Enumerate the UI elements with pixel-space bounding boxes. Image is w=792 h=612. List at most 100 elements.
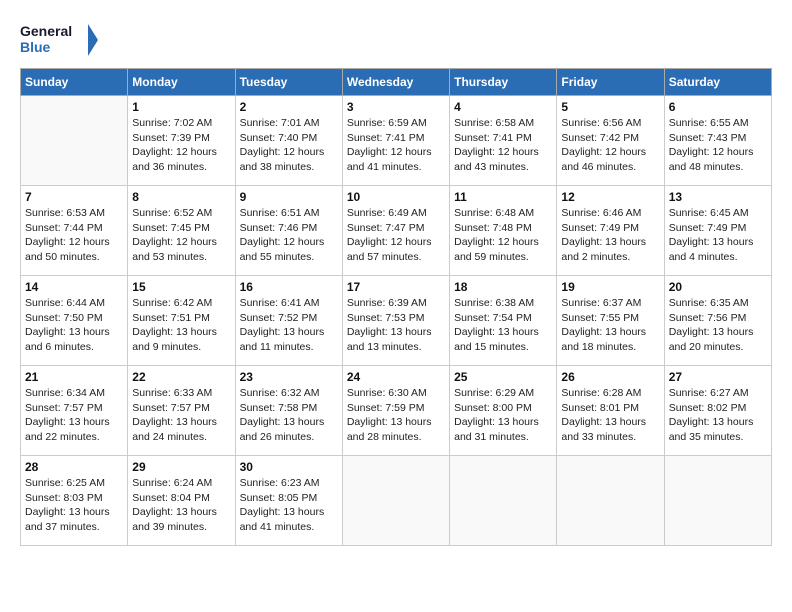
day-info: Sunrise: 6:41 AM Sunset: 7:52 PM Dayligh… <box>240 296 338 355</box>
day-number: 16 <box>240 280 338 294</box>
calendar-cell: 25 Sunrise: 6:29 AM Sunset: 8:00 PM Dayli… <box>450 366 557 456</box>
logo-svg: General Blue <box>20 20 100 60</box>
day-number: 1 <box>132 100 230 114</box>
day-info: Sunrise: 6:30 AM Sunset: 7:59 PM Dayligh… <box>347 386 445 445</box>
day-info: Sunrise: 6:46 AM Sunset: 7:49 PM Dayligh… <box>561 206 659 265</box>
calendar-cell: 2 Sunrise: 7:01 AM Sunset: 7:40 PM Daylig… <box>235 96 342 186</box>
day-info: Sunrise: 6:53 AM Sunset: 7:44 PM Dayligh… <box>25 206 123 265</box>
day-number: 20 <box>669 280 767 294</box>
day-number: 3 <box>347 100 445 114</box>
day-info: Sunrise: 6:33 AM Sunset: 7:57 PM Dayligh… <box>132 386 230 445</box>
calendar-cell <box>664 456 771 546</box>
calendar-cell: 9Sunrise: 6:51 AM Sunset: 7:46 PM Daylig… <box>235 186 342 276</box>
day-number: 25 <box>454 370 552 384</box>
day-number: 12 <box>561 190 659 204</box>
day-number: 14 <box>25 280 123 294</box>
day-info: Sunrise: 6:28 AM Sunset: 8:01 PM Dayligh… <box>561 386 659 445</box>
calendar-cell: 13 Sunrise: 6:45 AM Sunset: 7:49 PM Dayli… <box>664 186 771 276</box>
day-info: Sunrise: 6:24 AM Sunset: 8:04 PM Dayligh… <box>132 476 230 535</box>
day-number: 22 <box>132 370 230 384</box>
day-info: Sunrise: 6:38 AM Sunset: 7:54 PM Dayligh… <box>454 296 552 355</box>
day-info: Sunrise: 6:35 AM Sunset: 7:56 PM Dayligh… <box>669 296 767 355</box>
day-info: Sunrise: 6:45 AM Sunset: 7:49 PM Dayligh… <box>669 206 767 265</box>
day-number: 17 <box>347 280 445 294</box>
day-info: Sunrise: 6:51 AM Sunset: 7:46 PM Dayligh… <box>240 206 338 265</box>
svg-text:Blue: Blue <box>20 39 51 55</box>
calendar-cell: 3 Sunrise: 6:59 AM Sunset: 7:41 PM Daylig… <box>342 96 449 186</box>
calendar-cell: 7 Sunrise: 6:53 AM Sunset: 7:44 PM Daylig… <box>21 186 128 276</box>
day-info: Sunrise: 6:58 AM Sunset: 7:41 PM Dayligh… <box>454 116 552 175</box>
day-info: Sunrise: 6:25 AM Sunset: 8:03 PM Dayligh… <box>25 476 123 535</box>
calendar-cell: 20 Sunrise: 6:35 AM Sunset: 7:56 PM Dayli… <box>664 276 771 366</box>
day-number: 11 <box>454 190 552 204</box>
weekday-header-row: SundayMondayTuesdayWednesdayThursdayFrid… <box>21 69 772 96</box>
calendar-cell: 24 Sunrise: 6:30 AM Sunset: 7:59 PM Dayli… <box>342 366 449 456</box>
day-number: 13 <box>669 190 767 204</box>
page-header: General Blue <box>20 20 772 60</box>
calendar-week-3: 14 Sunrise: 6:44 AM Sunset: 7:50 PM Dayli… <box>21 276 772 366</box>
day-info: Sunrise: 6:29 AM Sunset: 8:00 PM Dayligh… <box>454 386 552 445</box>
day-number: 27 <box>669 370 767 384</box>
day-info: Sunrise: 6:52 AM Sunset: 7:45 PM Dayligh… <box>132 206 230 265</box>
day-info: Sunrise: 6:49 AM Sunset: 7:47 PM Dayligh… <box>347 206 445 265</box>
calendar-cell: 23Sunrise: 6:32 AM Sunset: 7:58 PM Dayli… <box>235 366 342 456</box>
day-info: Sunrise: 6:34 AM Sunset: 7:57 PM Dayligh… <box>25 386 123 445</box>
calendar-cell <box>21 96 128 186</box>
day-number: 24 <box>347 370 445 384</box>
weekday-monday: Monday <box>128 69 235 96</box>
calendar-cell: 10Sunrise: 6:49 AM Sunset: 7:47 PM Dayli… <box>342 186 449 276</box>
weekday-sunday: Sunday <box>21 69 128 96</box>
calendar-cell: 28 Sunrise: 6:25 AM Sunset: 8:03 PM Dayli… <box>21 456 128 546</box>
weekday-wednesday: Wednesday <box>342 69 449 96</box>
calendar-cell: 19 Sunrise: 6:37 AM Sunset: 7:55 PM Dayli… <box>557 276 664 366</box>
day-info: Sunrise: 6:37 AM Sunset: 7:55 PM Dayligh… <box>561 296 659 355</box>
day-info: Sunrise: 6:39 AM Sunset: 7:53 PM Dayligh… <box>347 296 445 355</box>
calendar-cell: 29 Sunrise: 6:24 AM Sunset: 8:04 PM Dayli… <box>128 456 235 546</box>
day-info: Sunrise: 6:56 AM Sunset: 7:42 PM Dayligh… <box>561 116 659 175</box>
day-info: Sunrise: 6:55 AM Sunset: 7:43 PM Dayligh… <box>669 116 767 175</box>
calendar-week-5: 28 Sunrise: 6:25 AM Sunset: 8:03 PM Dayli… <box>21 456 772 546</box>
day-info: Sunrise: 6:48 AM Sunset: 7:48 PM Dayligh… <box>454 206 552 265</box>
day-number: 2 <box>240 100 338 114</box>
day-info: Sunrise: 6:59 AM Sunset: 7:41 PM Dayligh… <box>347 116 445 175</box>
weekday-thursday: Thursday <box>450 69 557 96</box>
day-info: Sunrise: 6:42 AM Sunset: 7:51 PM Dayligh… <box>132 296 230 355</box>
day-number: 4 <box>454 100 552 114</box>
day-number: 29 <box>132 460 230 474</box>
calendar-week-1: 1Sunrise: 7:02 AM Sunset: 7:39 PM Daylig… <box>21 96 772 186</box>
calendar-cell <box>557 456 664 546</box>
day-number: 26 <box>561 370 659 384</box>
day-number: 8 <box>132 190 230 204</box>
calendar-cell: 16 Sunrise: 6:41 AM Sunset: 7:52 PM Dayli… <box>235 276 342 366</box>
day-info: Sunrise: 7:01 AM Sunset: 7:40 PM Dayligh… <box>240 116 338 175</box>
day-number: 28 <box>25 460 123 474</box>
calendar-table: SundayMondayTuesdayWednesdayThursdayFrid… <box>20 68 772 546</box>
calendar-cell: 15 Sunrise: 6:42 AM Sunset: 7:51 PM Dayli… <box>128 276 235 366</box>
day-number: 21 <box>25 370 123 384</box>
svg-text:General: General <box>20 23 72 39</box>
calendar-cell: 26 Sunrise: 6:28 AM Sunset: 8:01 PM Dayli… <box>557 366 664 456</box>
weekday-saturday: Saturday <box>664 69 771 96</box>
calendar-cell: 17 Sunrise: 6:39 AM Sunset: 7:53 PM Dayli… <box>342 276 449 366</box>
calendar-cell <box>342 456 449 546</box>
day-info: Sunrise: 6:23 AM Sunset: 8:05 PM Dayligh… <box>240 476 338 535</box>
calendar-cell: 6 Sunrise: 6:55 AM Sunset: 7:43 PM Daylig… <box>664 96 771 186</box>
day-number: 19 <box>561 280 659 294</box>
calendar-cell: 1Sunrise: 7:02 AM Sunset: 7:39 PM Daylig… <box>128 96 235 186</box>
calendar-cell: 22 Sunrise: 6:33 AM Sunset: 7:57 PM Dayli… <box>128 366 235 456</box>
day-number: 15 <box>132 280 230 294</box>
calendar-cell: 27 Sunrise: 6:27 AM Sunset: 8:02 PM Dayli… <box>664 366 771 456</box>
calendar-cell: 18Sunrise: 6:38 AM Sunset: 7:54 PM Dayli… <box>450 276 557 366</box>
weekday-friday: Friday <box>557 69 664 96</box>
calendar-cell: 21 Sunrise: 6:34 AM Sunset: 7:57 PM Dayli… <box>21 366 128 456</box>
calendar-cell: 12 Sunrise: 6:46 AM Sunset: 7:49 PM Dayli… <box>557 186 664 276</box>
day-info: Sunrise: 6:44 AM Sunset: 7:50 PM Dayligh… <box>25 296 123 355</box>
day-info: Sunrise: 6:27 AM Sunset: 8:02 PM Dayligh… <box>669 386 767 445</box>
calendar-cell: 11 Sunrise: 6:48 AM Sunset: 7:48 PM Dayli… <box>450 186 557 276</box>
logo: General Blue <box>20 20 100 60</box>
calendar-week-4: 21 Sunrise: 6:34 AM Sunset: 7:57 PM Dayli… <box>21 366 772 456</box>
calendar-cell <box>450 456 557 546</box>
day-number: 7 <box>25 190 123 204</box>
day-number: 6 <box>669 100 767 114</box>
calendar-cell: 4 Sunrise: 6:58 AM Sunset: 7:41 PM Daylig… <box>450 96 557 186</box>
